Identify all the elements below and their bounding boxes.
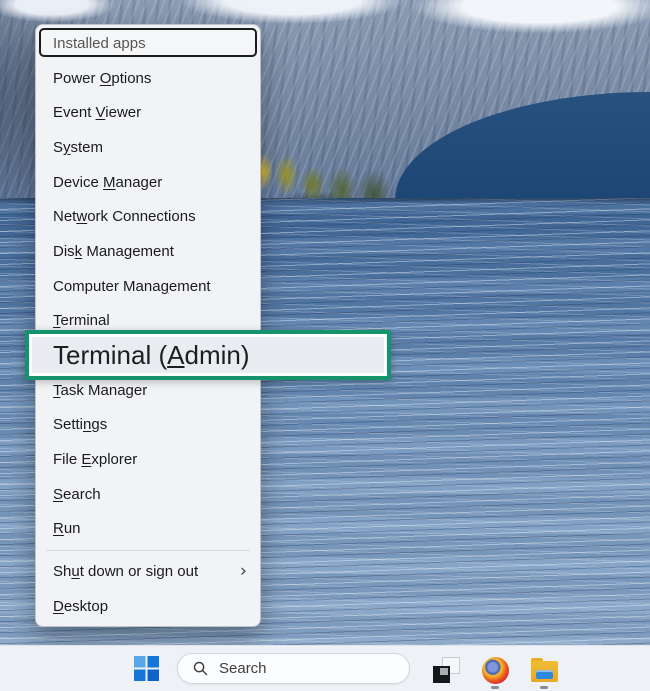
task-view-button[interactable]	[429, 651, 463, 689]
menu-item-label: Task Manager	[53, 382, 147, 399]
menu-item-run[interactable]: Run	[36, 512, 260, 547]
menu-item-computer-management[interactable]: Computer Management	[36, 269, 260, 304]
menu-item-label: System	[53, 139, 103, 156]
firefox-icon	[482, 657, 509, 684]
menu-item-label: Installed apps	[53, 35, 146, 52]
menu-item-label: Power Options	[53, 70, 151, 87]
menu-item-label: Disk Management	[53, 243, 174, 260]
menu-item-installed-apps[interactable]: Installed apps	[36, 26, 260, 61]
taskbar: Search	[0, 645, 650, 691]
terminal-admin-callout[interactable]: Terminal (Admin)	[25, 330, 391, 380]
windows-logo-icon	[134, 656, 159, 684]
menu-item-desktop[interactable]: Desktop	[36, 589, 260, 624]
running-indicator	[540, 686, 548, 689]
firefox-button[interactable]	[478, 651, 512, 689]
menu-item-label: Search	[53, 486, 101, 503]
menu-item-label: Settings	[53, 416, 107, 433]
menu-item-label: Network Connections	[53, 208, 196, 225]
menu-item-shut-down-or-sign-out[interactable]: Shut down or sign out ›	[36, 554, 260, 589]
chevron-right-icon: ›	[240, 560, 247, 581]
file-explorer-icon	[531, 658, 558, 682]
start-button[interactable]	[129, 651, 163, 689]
menu-item-settings[interactable]: Settings	[36, 408, 260, 443]
menu-item-file-explorer[interactable]: File Explorer	[36, 442, 260, 477]
menu-item-disk-management[interactable]: Disk Management	[36, 234, 260, 269]
menu-item-device-manager[interactable]: Device Manager	[36, 165, 260, 200]
menu-item-label: File Explorer	[53, 451, 137, 468]
menu-item-label: Run	[53, 520, 81, 537]
menu-separator	[46, 550, 250, 551]
menu-item-label: Terminal	[53, 312, 110, 329]
menu-item-label: Device Manager	[53, 174, 162, 191]
menu-item-label: Desktop	[53, 598, 108, 615]
running-indicator	[491, 686, 499, 689]
menu-item-event-viewer[interactable]: Event Viewer	[36, 95, 260, 130]
winx-menu: Installed apps Power Options Event Viewe…	[35, 24, 261, 627]
taskbar-search-box[interactable]: Search	[177, 653, 410, 684]
callout-label: Terminal (Admin)	[53, 340, 250, 371]
wallpaper-trees	[246, 124, 391, 206]
task-view-icon	[433, 657, 460, 683]
menu-item-power-options[interactable]: Power Options	[36, 61, 260, 96]
menu-item-search[interactable]: Search	[36, 477, 260, 512]
menu-item-label: Event Viewer	[53, 104, 141, 121]
menu-item-network-connections[interactable]: Network Connections	[36, 199, 260, 234]
file-explorer-button[interactable]	[527, 651, 561, 689]
search-label: Search	[219, 660, 267, 677]
menu-item-label: Computer Management	[53, 278, 211, 295]
menu-item-label: Shut down or sign out	[53, 563, 198, 580]
menu-item-system[interactable]: System	[36, 130, 260, 165]
search-icon	[192, 660, 209, 677]
